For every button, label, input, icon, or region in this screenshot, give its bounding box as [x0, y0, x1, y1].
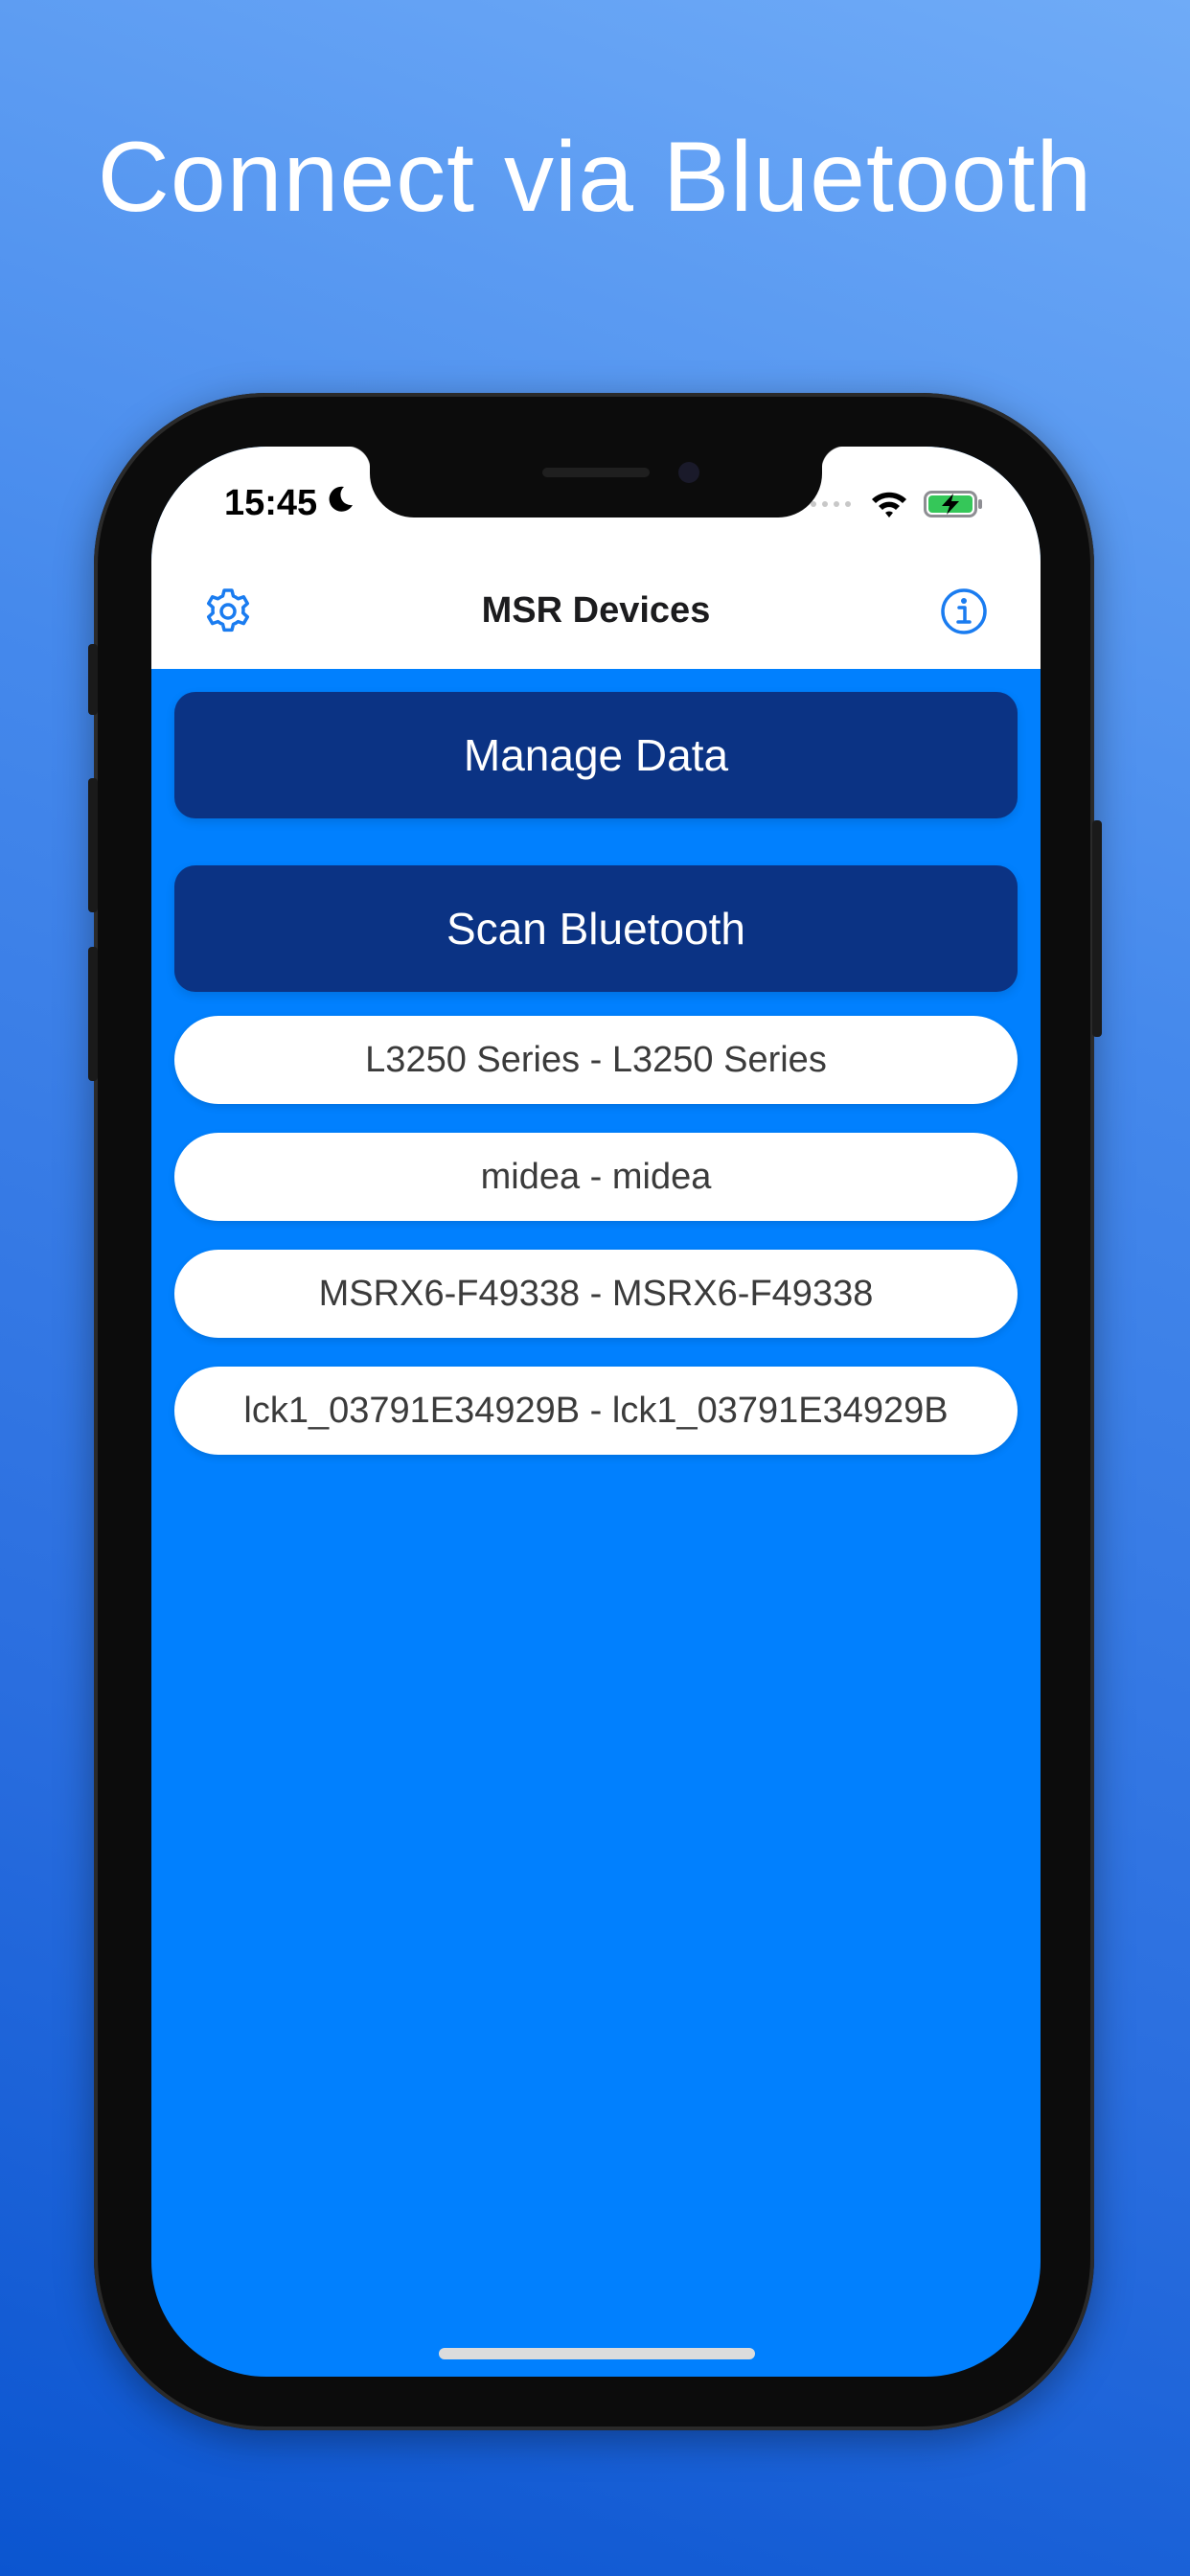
manage-data-button[interactable]: Manage Data [174, 692, 1018, 818]
device-list-item[interactable]: MSRX6-F49338 - MSRX6-F49338 [174, 1250, 1018, 1338]
notch [347, 447, 845, 518]
status-time-group: 15:45 [224, 483, 355, 524]
promo-headline: Connect via Bluetooth [97, 122, 1093, 233]
status-time: 15:45 [224, 483, 318, 523]
moon-icon [325, 483, 355, 524]
cellular-signal-icon [809, 497, 855, 516]
phone-power-button [1092, 820, 1102, 1037]
page-title: MSR Devices [481, 590, 711, 631]
phone-volume-down-button [88, 947, 98, 1081]
battery-charging-icon [924, 490, 983, 523]
scan-bluetooth-button[interactable]: Scan Bluetooth [174, 865, 1018, 992]
front-camera [678, 462, 699, 483]
wifi-icon [870, 489, 908, 524]
phone-screen: 15:45 MSR Devices Manage Data Scan Bluet… [151, 447, 1041, 2377]
status-bar: 15:45 [151, 447, 1041, 554]
phone-mute-switch [88, 644, 98, 715]
phone-volume-up-button [88, 778, 98, 912]
navigation-bar: MSR Devices [151, 554, 1041, 669]
device-list-item[interactable]: L3250 Series - L3250 Series [174, 1016, 1018, 1104]
device-list-item[interactable]: lck1_03791E34929B - lck1_03791E34929B [174, 1367, 1018, 1455]
status-indicators [809, 489, 983, 524]
device-list-item[interactable]: midea - midea [174, 1133, 1018, 1221]
home-indicator[interactable] [439, 2348, 755, 2359]
info-icon[interactable] [937, 585, 991, 638]
earpiece-speaker [542, 468, 650, 477]
